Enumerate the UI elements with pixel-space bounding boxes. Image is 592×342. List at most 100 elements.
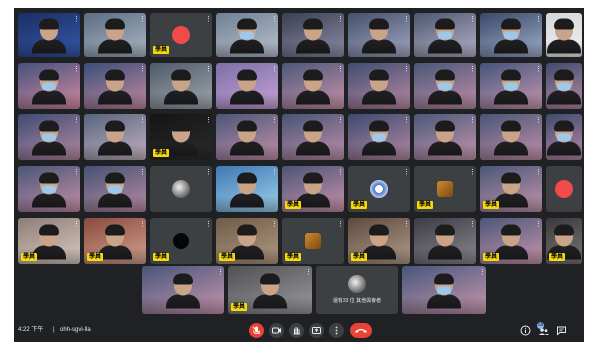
raise-hand-icon[interactable] (289, 323, 304, 338)
participant-tile[interactable]: ⋮ (402, 266, 486, 314)
participant-tile[interactable]: ⋮ 學員 (228, 266, 312, 314)
tile-options-icon[interactable]: ⋮ (403, 169, 410, 176)
participant-tile[interactable]: ⋮ (216, 63, 278, 109)
tile-options-icon[interactable]: ⋮ (535, 117, 542, 124)
participant-tile[interactable]: ⋮ 學員 (150, 114, 212, 160)
participant-tile[interactable]: ⋮ (348, 63, 410, 109)
participant-tile[interactable] (546, 63, 582, 109)
participant-tile[interactable]: ⋮ (414, 63, 476, 109)
tile-options-icon[interactable]: ⋮ (73, 117, 80, 124)
participant-tile[interactable]: ⋮ (480, 13, 542, 57)
participant-tile[interactable]: ⋮ (216, 166, 278, 212)
others-tile[interactable]: 還有33 位 其他與會者 (316, 266, 398, 314)
tile-options-icon[interactable]: ⋮ (205, 117, 212, 124)
tile-options-icon[interactable]: ⋮ (403, 221, 410, 228)
tile-options-icon[interactable]: ⋮ (205, 169, 212, 176)
tile-options-icon[interactable]: ⋮ (469, 221, 476, 228)
participant-tile[interactable]: 學員 (546, 218, 582, 264)
participant-tile[interactable]: ⋮ (150, 166, 212, 212)
tile-options-icon[interactable]: ⋮ (139, 16, 146, 23)
mic-off-icon[interactable] (249, 323, 264, 338)
tile-options-icon[interactable]: ⋮ (73, 221, 80, 228)
more-options-icon[interactable] (329, 323, 344, 338)
participant-tile[interactable] (546, 114, 582, 160)
tile-options-icon[interactable]: ⋮ (479, 269, 486, 276)
meeting-code[interactable]: ohh-sgvi-lla (60, 326, 91, 334)
tile-options-icon[interactable]: ⋮ (271, 66, 278, 73)
participant-tile[interactable]: ⋮ (18, 114, 80, 160)
tile-options-icon[interactable]: ⋮ (337, 169, 344, 176)
participant-tile[interactable]: ⋮ 學員 (282, 218, 344, 264)
participant-tile[interactable]: ⋮ (150, 63, 212, 109)
tile-options-icon[interactable]: ⋮ (535, 16, 542, 23)
participant-tile[interactable]: ⋮ 學員 (480, 166, 542, 212)
tile-options-icon[interactable]: ⋮ (469, 16, 476, 23)
participant-tile[interactable]: ⋮ 學員 (282, 166, 344, 212)
participant-tile[interactable]: ⋮ (348, 13, 410, 57)
tile-options-icon[interactable]: ⋮ (469, 169, 476, 176)
tile-options-icon[interactable]: ⋮ (535, 221, 542, 228)
tile-options-icon[interactable]: ⋮ (205, 16, 212, 23)
tile-options-icon[interactable]: ⋮ (271, 221, 278, 228)
tile-options-icon[interactable]: ⋮ (403, 117, 410, 124)
info-icon[interactable] (519, 324, 532, 337)
participant-tile[interactable]: ⋮ (282, 13, 344, 57)
tile-options-icon[interactable]: ⋮ (403, 66, 410, 73)
tile-options-icon[interactable]: ⋮ (337, 16, 344, 23)
tile-options-icon[interactable]: ⋮ (337, 66, 344, 73)
tile-options-icon[interactable]: ⋮ (403, 16, 410, 23)
tile-options-icon[interactable]: ⋮ (205, 66, 212, 73)
participant-tile[interactable]: ⋮ (18, 63, 80, 109)
participant-tile[interactable]: ⋮ 學員 (84, 218, 146, 264)
chat-icon[interactable] (555, 324, 568, 337)
tile-options-icon[interactable]: ⋮ (73, 169, 80, 176)
participant-tile[interactable]: ⋮ (142, 266, 224, 314)
participant-tile[interactable]: ⋮ (84, 13, 146, 57)
tile-options-icon[interactable]: ⋮ (139, 66, 146, 73)
tile-options-icon[interactable]: ⋮ (469, 117, 476, 124)
tile-options-icon[interactable]: ⋮ (271, 169, 278, 176)
participant-tile[interactable]: ⋮ (348, 114, 410, 160)
participant-tile[interactable]: ⋮ (216, 114, 278, 160)
camera-off-icon[interactable] (269, 323, 284, 338)
participant-tile[interactable]: ⋮ 學員 (480, 218, 542, 264)
tile-options-icon[interactable]: ⋮ (337, 117, 344, 124)
participant-tile[interactable] (546, 13, 582, 57)
tile-options-icon[interactable]: ⋮ (217, 269, 224, 276)
participant-tile[interactable]: ⋮ (84, 63, 146, 109)
participant-tile[interactable] (546, 166, 582, 212)
tile-options-icon[interactable]: ⋮ (205, 221, 212, 228)
participant-tile[interactable]: ⋮ (84, 166, 146, 212)
tile-options-icon[interactable]: ⋮ (73, 16, 80, 23)
participant-tile[interactable]: ⋮ (84, 114, 146, 160)
participant-tile[interactable]: ⋮ (18, 13, 80, 57)
end-call-icon[interactable] (350, 323, 372, 338)
participant-tile[interactable]: ⋮ (414, 114, 476, 160)
tile-options-icon[interactable]: ⋮ (73, 66, 80, 73)
tile-options-icon[interactable]: ⋮ (139, 117, 146, 124)
participant-tile[interactable]: ⋮ 學員 (348, 166, 410, 212)
participant-tile[interactable]: ⋮ (414, 218, 476, 264)
tile-options-icon[interactable]: ⋮ (305, 269, 312, 276)
tile-options-icon[interactable]: ⋮ (535, 169, 542, 176)
present-icon[interactable] (309, 323, 324, 338)
tile-options-icon[interactable]: ⋮ (139, 221, 146, 228)
participant-tile[interactable]: ⋮ (414, 13, 476, 57)
participant-tile[interactable]: ⋮ 學員 (216, 218, 278, 264)
participant-tile[interactable]: ⋮ 學員 (414, 166, 476, 212)
participant-tile[interactable]: ⋮ 學員 (150, 13, 212, 57)
tile-options-icon[interactable]: ⋮ (271, 16, 278, 23)
tile-options-icon[interactable]: ⋮ (337, 221, 344, 228)
tile-options-icon[interactable]: ⋮ (469, 66, 476, 73)
participant-tile[interactable]: ⋮ (18, 166, 80, 212)
participant-tile[interactable]: ⋮ (216, 13, 278, 57)
participant-tile[interactable]: ⋮ 學員 (348, 218, 410, 264)
participant-tile[interactable]: ⋮ (282, 114, 344, 160)
participant-tile[interactable]: ⋮ (480, 63, 542, 109)
tile-options-icon[interactable]: ⋮ (535, 66, 542, 73)
participant-tile[interactable]: ⋮ (480, 114, 542, 160)
tile-options-icon[interactable]: ⋮ (271, 117, 278, 124)
participant-tile[interactable]: ⋮ (282, 63, 344, 109)
participant-tile[interactable]: ⋮ 學員 (150, 218, 212, 264)
tile-options-icon[interactable]: ⋮ (139, 169, 146, 176)
